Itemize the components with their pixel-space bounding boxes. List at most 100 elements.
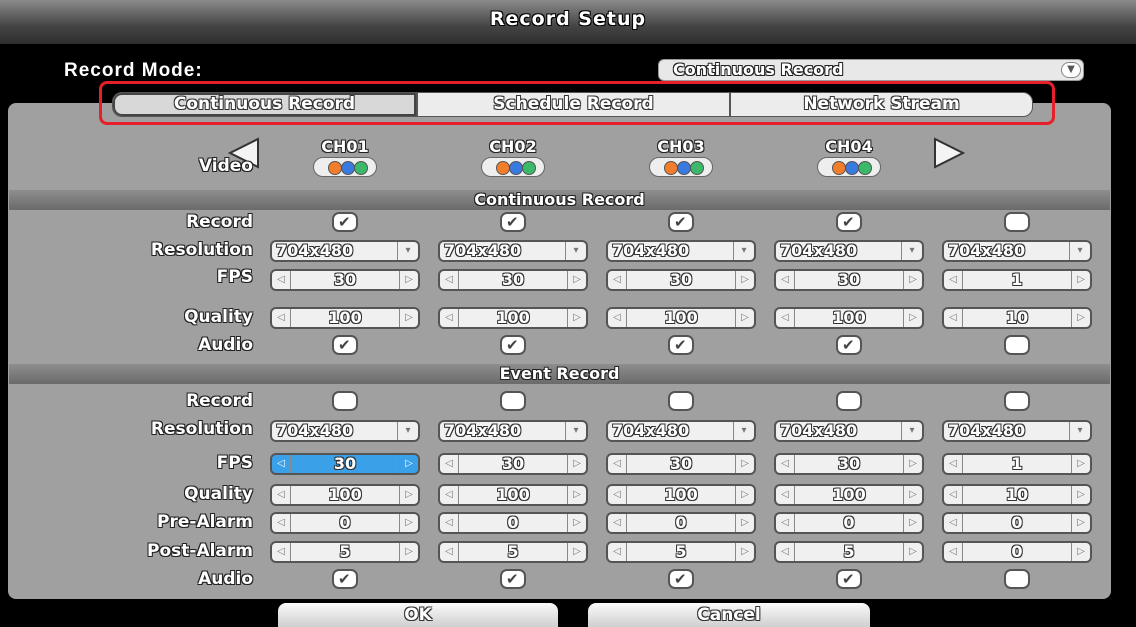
event-quality-spinner[interactable]: ◁ 100 ▷ [438,484,588,506]
video-color-icon[interactable] [649,157,713,177]
increment-arrow-icon[interactable]: ▷ [903,309,922,327]
cont-record-checkbox[interactable] [1004,212,1030,232]
event-pre-alarm-spinner[interactable]: ◁ 0 ▷ [774,512,924,534]
event-resolution-select[interactable]: 704x480 ▾ [774,420,924,442]
increment-arrow-icon[interactable]: ▷ [567,486,586,504]
event-pre-alarm-spinner[interactable]: ◁ 0 ▷ [438,512,588,534]
decrement-arrow-icon[interactable]: ◁ [272,543,291,561]
cont-quality-spinner[interactable]: ◁ 10 ▷ [942,307,1092,329]
decrement-arrow-icon[interactable]: ◁ [272,309,291,327]
decrement-arrow-icon[interactable]: ◁ [608,486,627,504]
increment-arrow-icon[interactable]: ▷ [1071,514,1090,532]
cont-quality-spinner[interactable]: ◁ 100 ▷ [270,307,420,329]
next-channel-arrow-icon[interactable] [931,137,965,169]
ok-button[interactable]: OK [278,603,558,627]
event-fps-spinner[interactable]: ◁ 1 ▷ [942,453,1092,475]
event-audio-checkbox[interactable]: ✔ [668,569,694,589]
increment-arrow-icon[interactable]: ▷ [567,455,586,473]
increment-arrow-icon[interactable]: ▷ [903,455,922,473]
event-audio-checkbox[interactable]: ✔ [500,569,526,589]
cont-audio-checkbox[interactable]: ✔ [500,335,526,355]
decrement-arrow-icon[interactable]: ◁ [776,271,795,289]
increment-arrow-icon[interactable]: ▷ [735,543,754,561]
event-resolution-select[interactable]: 704x480 ▾ [438,420,588,442]
decrement-arrow-icon[interactable]: ◁ [776,543,795,561]
increment-arrow-icon[interactable]: ▷ [399,514,418,532]
decrement-arrow-icon[interactable]: ◁ [944,271,963,289]
event-fps-spinner[interactable]: ◁ 30 ▷ [606,453,756,475]
event-record-checkbox[interactable] [836,391,862,411]
decrement-arrow-icon[interactable]: ◁ [944,486,963,504]
event-resolution-select[interactable]: 704x480 ▾ [270,420,420,442]
increment-arrow-icon[interactable]: ▷ [1071,309,1090,327]
cont-quality-spinner[interactable]: ◁ 100 ▷ [606,307,756,329]
decrement-arrow-icon[interactable]: ◁ [776,486,795,504]
increment-arrow-icon[interactable]: ▷ [399,271,418,289]
event-resolution-select[interactable]: 704x480 ▾ [942,420,1092,442]
increment-arrow-icon[interactable]: ▷ [735,309,754,327]
decrement-arrow-icon[interactable]: ◁ [608,514,627,532]
record-mode-select[interactable]: Continuous Record ▼ [658,59,1084,81]
increment-arrow-icon[interactable]: ▷ [735,486,754,504]
cont-resolution-select[interactable]: 704x480 ▾ [942,240,1092,262]
cont-record-checkbox[interactable]: ✔ [500,212,526,232]
cont-fps-spinner[interactable]: ◁ 30 ▷ [270,269,420,291]
video-color-icon[interactable] [817,157,881,177]
decrement-arrow-icon[interactable]: ◁ [440,486,459,504]
cont-record-checkbox[interactable]: ✔ [668,212,694,232]
increment-arrow-icon[interactable]: ▷ [399,309,418,327]
decrement-arrow-icon[interactable]: ◁ [776,455,795,473]
decrement-arrow-icon[interactable]: ◁ [944,309,963,327]
increment-arrow-icon[interactable]: ▷ [735,455,754,473]
increment-arrow-icon[interactable]: ▷ [399,455,418,473]
cont-resolution-select[interactable]: 704x480 ▾ [774,240,924,262]
decrement-arrow-icon[interactable]: ◁ [440,455,459,473]
decrement-arrow-icon[interactable]: ◁ [440,309,459,327]
increment-arrow-icon[interactable]: ▷ [735,514,754,532]
increment-arrow-icon[interactable]: ▷ [903,271,922,289]
event-audio-checkbox[interactable]: ✔ [836,569,862,589]
decrement-arrow-icon[interactable]: ◁ [440,514,459,532]
decrement-arrow-icon[interactable]: ◁ [944,514,963,532]
decrement-arrow-icon[interactable]: ◁ [608,543,627,561]
event-post-alarm-spinner[interactable]: ◁ 5 ▷ [270,541,420,563]
cont-fps-spinner[interactable]: ◁ 30 ▷ [438,269,588,291]
event-quality-spinner[interactable]: ◁ 10 ▷ [942,484,1092,506]
increment-arrow-icon[interactable]: ▷ [399,543,418,561]
cont-resolution-select[interactable]: 704x480 ▾ [270,240,420,262]
cont-fps-spinner[interactable]: ◁ 30 ▷ [774,269,924,291]
event-record-checkbox[interactable] [500,391,526,411]
event-post-alarm-spinner[interactable]: ◁ 5 ▷ [438,541,588,563]
event-pre-alarm-spinner[interactable]: ◁ 0 ▷ [270,512,420,534]
decrement-arrow-icon[interactable]: ◁ [272,486,291,504]
event-pre-alarm-spinner[interactable]: ◁ 0 ▷ [606,512,756,534]
event-pre-alarm-spinner[interactable]: ◁ 0 ▷ [942,512,1092,534]
event-fps-spinner[interactable]: ◁ 30 ▷ [774,453,924,475]
cont-quality-spinner[interactable]: ◁ 100 ▷ [438,307,588,329]
decrement-arrow-icon[interactable]: ◁ [944,543,963,561]
decrement-arrow-icon[interactable]: ◁ [272,271,291,289]
increment-arrow-icon[interactable]: ▷ [903,486,922,504]
decrement-arrow-icon[interactable]: ◁ [608,455,627,473]
cancel-button[interactable]: Cancel [588,603,870,627]
event-quality-spinner[interactable]: ◁ 100 ▷ [270,484,420,506]
video-color-icon[interactable] [313,157,377,177]
cont-fps-spinner[interactable]: ◁ 30 ▷ [606,269,756,291]
increment-arrow-icon[interactable]: ▷ [903,543,922,561]
video-color-icon[interactable] [481,157,545,177]
cont-audio-checkbox[interactable] [1004,335,1030,355]
decrement-arrow-icon[interactable]: ◁ [608,271,627,289]
increment-arrow-icon[interactable]: ▷ [1071,455,1090,473]
decrement-arrow-icon[interactable]: ◁ [944,455,963,473]
increment-arrow-icon[interactable]: ▷ [1071,271,1090,289]
increment-arrow-icon[interactable]: ▷ [1071,486,1090,504]
cont-quality-spinner[interactable]: ◁ 100 ▷ [774,307,924,329]
increment-arrow-icon[interactable]: ▷ [567,271,586,289]
decrement-arrow-icon[interactable]: ◁ [776,514,795,532]
increment-arrow-icon[interactable]: ▷ [567,514,586,532]
cont-record-checkbox[interactable]: ✔ [836,212,862,232]
event-fps-spinner[interactable]: ◁ 30 ▷ [270,453,420,475]
decrement-arrow-icon[interactable]: ◁ [608,309,627,327]
increment-arrow-icon[interactable]: ▷ [903,514,922,532]
cont-fps-spinner[interactable]: ◁ 1 ▷ [942,269,1092,291]
